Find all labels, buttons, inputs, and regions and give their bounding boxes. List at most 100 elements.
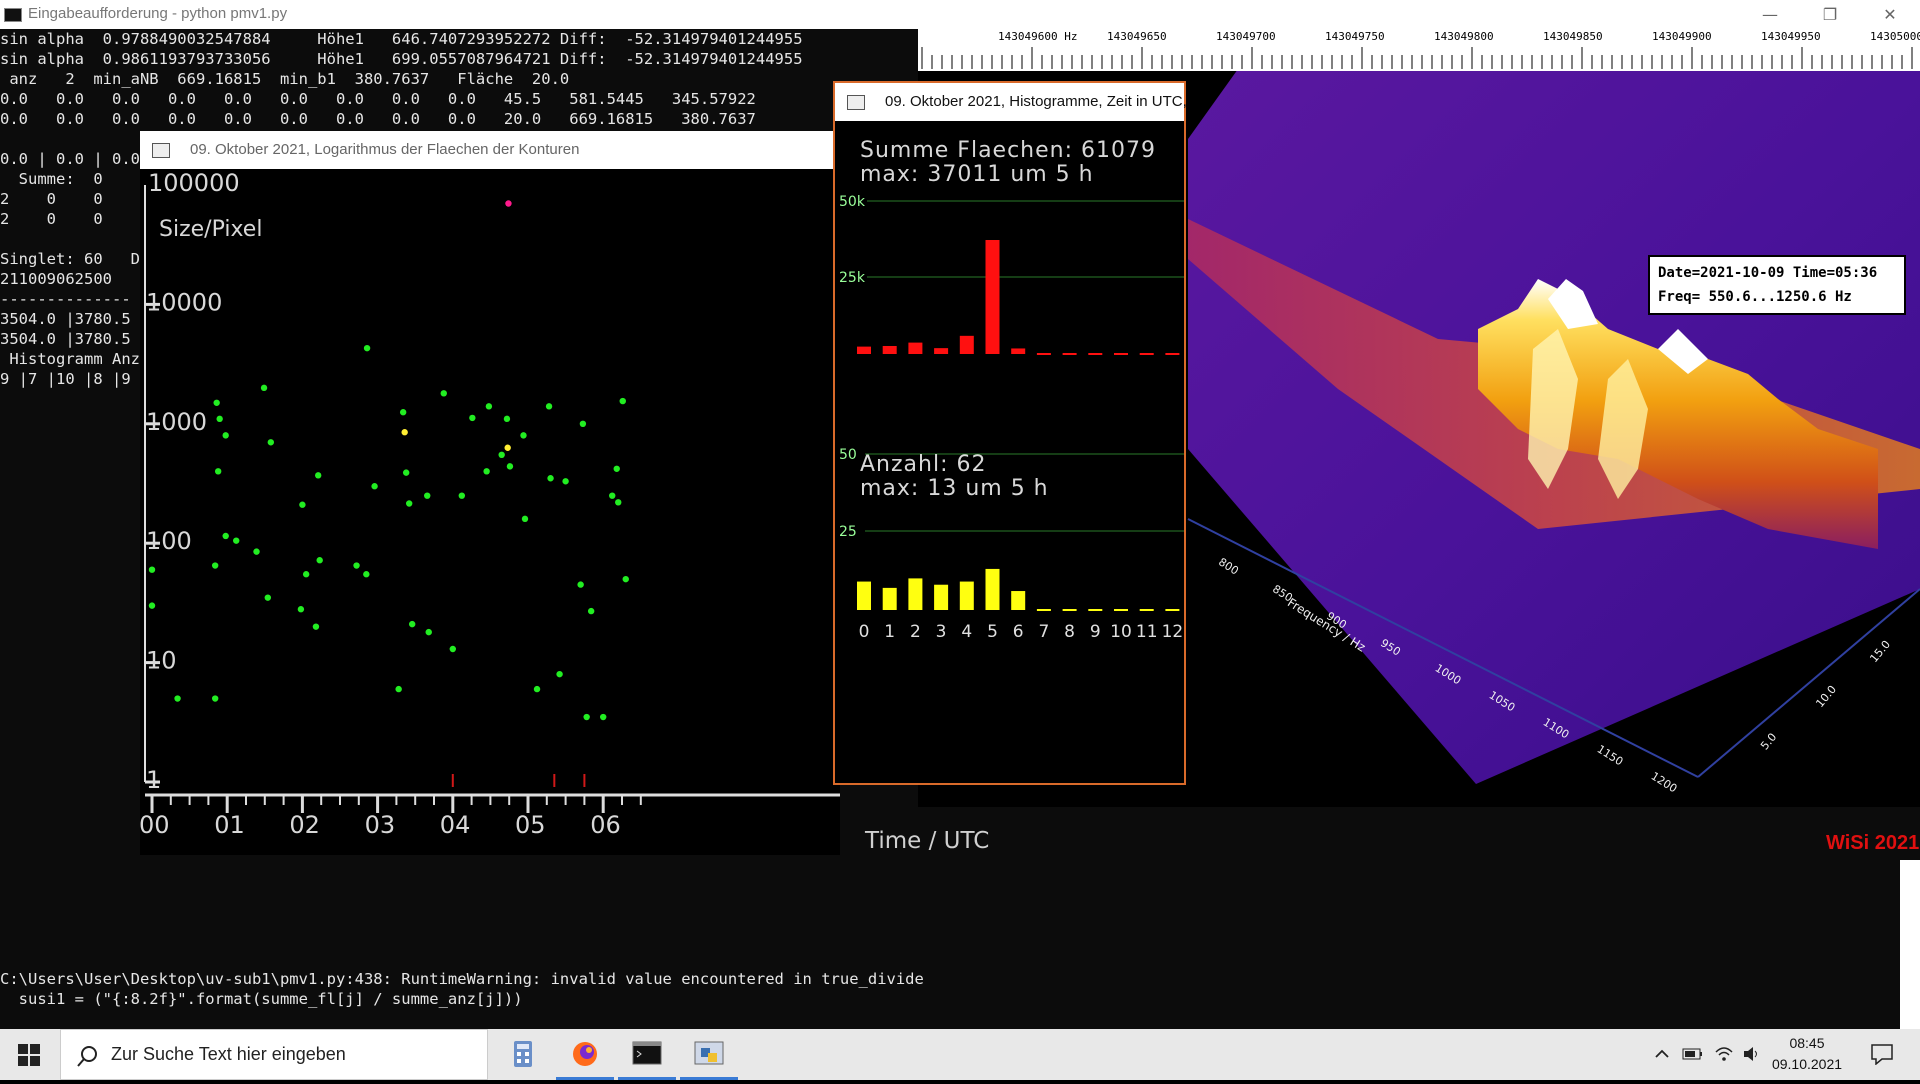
scatter-point bbox=[583, 714, 589, 720]
search-placeholder: Zur Suche Text hier eingeben bbox=[111, 1044, 346, 1065]
scatter-point bbox=[212, 695, 218, 701]
y-tick-label: 10 bbox=[146, 647, 177, 675]
histogram-plot: 50k25k50250123456789101112 bbox=[835, 83, 1184, 783]
restore-button[interactable]: ❐ bbox=[1800, 0, 1860, 29]
console-line: 3504.0 |3780.5 bbox=[0, 329, 131, 349]
area-sum-text: Summe Flaechen: 61079 bbox=[860, 138, 1156, 163]
scatter-point bbox=[441, 390, 447, 396]
console-app-icon bbox=[4, 8, 22, 22]
count-max-text: max: 13 um 5 h bbox=[860, 476, 1049, 501]
histogram-window[interactable]: 50k25k50250123456789101112 Summe Flaeche… bbox=[833, 81, 1186, 785]
scatter-point bbox=[371, 483, 377, 489]
y-tick-label: 100 bbox=[146, 527, 192, 555]
console-line: anz 2 min_aNB 669.16815 min_b1 380.7637 … bbox=[0, 69, 569, 89]
x-tick-label: 00 bbox=[140, 811, 170, 839]
console-line: 0.0 0.0 0.0 0.0 0.0 0.0 0.0 0.0 0.0 45.5… bbox=[0, 89, 756, 109]
scatter-point bbox=[580, 421, 586, 427]
windows-start-icon[interactable] bbox=[18, 1044, 40, 1066]
console-line: Histogramm Anza bbox=[0, 349, 149, 369]
console-line: 3504.0 |3780.5 bbox=[0, 309, 131, 329]
histogram-window-titlebar[interactable]: 09. Oktober 2021, Histogramme, Zeit in U… bbox=[835, 83, 1184, 121]
scatter-point bbox=[498, 452, 504, 458]
taskbar-clock[interactable]: 08:45 09.10.2021 bbox=[1762, 1033, 1852, 1075]
scatter-point bbox=[222, 432, 228, 438]
y-tick-label: 1 bbox=[146, 766, 161, 794]
y-tick-label: 10000 bbox=[146, 288, 222, 316]
scatter-point bbox=[615, 499, 621, 505]
scatter-point bbox=[298, 606, 304, 612]
ruler-label: 143049700 bbox=[1216, 30, 1276, 43]
scatter-point bbox=[450, 646, 456, 652]
scatter-point bbox=[600, 714, 606, 720]
firefox-taskbar-icon[interactable] bbox=[556, 1029, 614, 1080]
terminal-icon bbox=[618, 1029, 676, 1080]
scatter-point bbox=[609, 492, 615, 498]
hour-label: 8 bbox=[1064, 622, 1075, 642]
scatter-point bbox=[424, 492, 430, 498]
area-max-text: max: 37011 um 5 h bbox=[860, 162, 1094, 187]
scatter-plot: 100000100001000100101Size/Pixel000102030… bbox=[140, 131, 840, 855]
scatter-window-titlebar[interactable]: 09. Oktober 2021, Logarithmus der Flaech… bbox=[140, 131, 840, 169]
frequency-ruler: 143049600 Hz1430496501430497001430497501… bbox=[918, 29, 1920, 71]
console-line: sin alpha 0.9861193793733056 Höhe1 699.0… bbox=[0, 49, 803, 69]
x-tick-label: 01 bbox=[214, 811, 245, 839]
scatter-point bbox=[556, 671, 562, 677]
scatter-point bbox=[400, 409, 406, 415]
console-titlebar[interactable]: Eingabeaufforderung - python pmv1.py — ❐… bbox=[0, 0, 1920, 29]
volume-icon[interactable] bbox=[1742, 1045, 1762, 1063]
scatter-point bbox=[261, 385, 267, 391]
battery-icon[interactable] bbox=[1682, 1046, 1704, 1062]
wifi-icon[interactable] bbox=[1714, 1044, 1734, 1064]
ruler-label: 14305000 bbox=[1870, 30, 1920, 43]
scatter-point bbox=[588, 608, 594, 614]
scatter-point bbox=[216, 416, 222, 422]
terminal-taskbar-icon[interactable] bbox=[618, 1029, 676, 1080]
scatter-point bbox=[253, 548, 259, 554]
scatter-point bbox=[315, 472, 321, 478]
area-bar bbox=[960, 336, 974, 354]
max-point bbox=[505, 200, 511, 206]
notification-icon[interactable] bbox=[1870, 1043, 1894, 1065]
scatter-point bbox=[504, 416, 510, 422]
hour-label: 6 bbox=[1013, 622, 1024, 642]
scatter-point bbox=[174, 695, 180, 701]
count-text: Anzahl: 62 bbox=[860, 452, 986, 477]
chevron-up-icon[interactable] bbox=[1654, 1046, 1670, 1062]
ruler-label: 143049600 Hz bbox=[998, 30, 1077, 43]
x-tick-label: 04 bbox=[440, 811, 471, 839]
y-tick-label: 100000 bbox=[148, 169, 240, 197]
scatter-point bbox=[313, 623, 319, 629]
scatter-point bbox=[406, 500, 412, 506]
console-line: Singlet: 60 Do bbox=[0, 249, 149, 269]
minimize-button[interactable]: — bbox=[1740, 0, 1800, 29]
console-line: 2 0 0 bbox=[0, 209, 103, 229]
hour-label: 4 bbox=[961, 622, 972, 642]
count-bar bbox=[908, 578, 922, 610]
hour-label: 3 bbox=[936, 622, 947, 642]
x-tick-label: 06 bbox=[590, 811, 621, 839]
scatter-point bbox=[546, 403, 552, 409]
scatter-point bbox=[614, 466, 620, 472]
search-icon bbox=[77, 1045, 99, 1067]
console-line: 0.0 0.0 0.0 0.0 0.0 0.0 0.0 0.0 0.0 20.0… bbox=[0, 109, 756, 129]
scatter-window[interactable]: 100000100001000100101Size/Pixel000102030… bbox=[140, 131, 840, 855]
info-frequency: Freq= 550.6...1250.6 Hz bbox=[1658, 289, 1852, 305]
y-tick-label: 1000 bbox=[146, 408, 207, 436]
console-scrollbar[interactable] bbox=[1900, 860, 1920, 1029]
taskbar-search-box[interactable]: Zur Suche Text hier eingeben bbox=[60, 1029, 488, 1080]
ruler-label: 143049950 bbox=[1761, 30, 1821, 43]
count-tick-label: 25 bbox=[839, 524, 857, 540]
scatter-point bbox=[215, 468, 221, 474]
area-bar bbox=[908, 343, 922, 354]
hour-label: 2 bbox=[910, 622, 921, 642]
scatter-point bbox=[213, 400, 219, 406]
calculator-taskbar-icon[interactable] bbox=[494, 1029, 552, 1080]
firefox-icon bbox=[556, 1029, 614, 1080]
python-taskbar-icon[interactable] bbox=[680, 1029, 738, 1080]
size-pixel-label: Size/Pixel bbox=[159, 217, 262, 242]
scatter-point bbox=[426, 629, 432, 635]
scatter-point bbox=[403, 469, 409, 475]
close-button[interactable]: ✕ bbox=[1860, 0, 1920, 29]
console-line: 0.0 | 0.0 | 0.0 bbox=[0, 149, 140, 169]
scatter-point bbox=[469, 415, 475, 421]
